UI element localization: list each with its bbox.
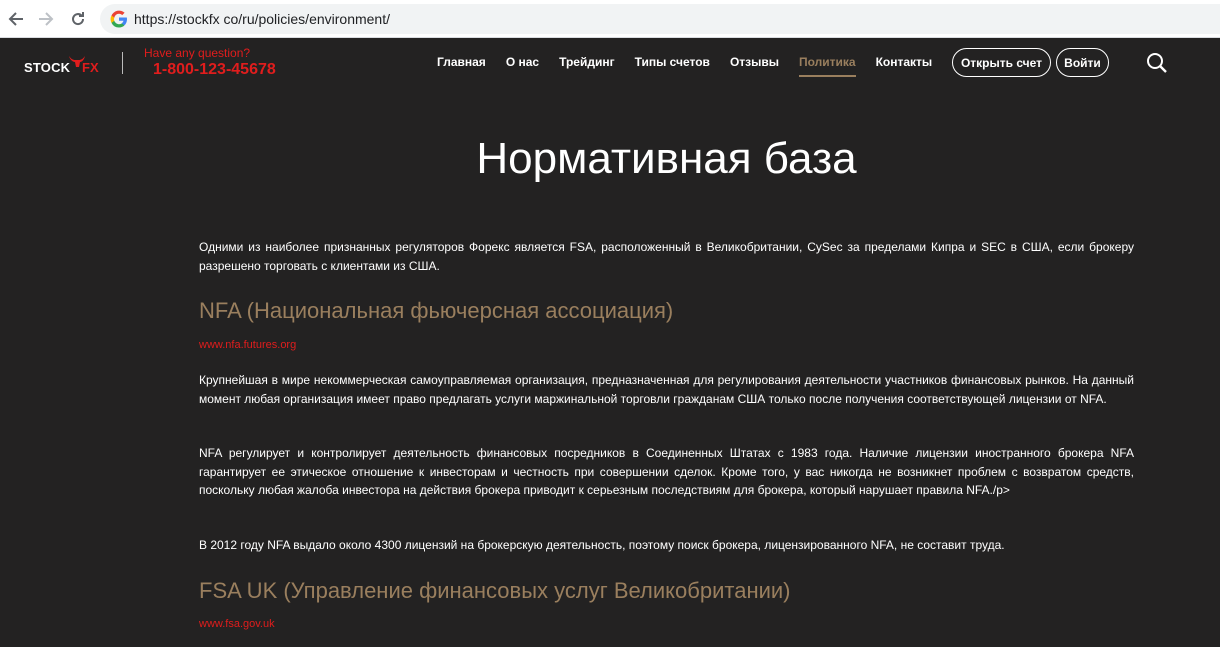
nfa-paragraph-1: Крупнейшая в мире некоммерческая самоупр…: [199, 373, 1134, 406]
google-icon: [110, 10, 127, 28]
question-text: Have any question?: [144, 46, 251, 60]
nfa-heading: NFA (Национальная фьючерсная ассоциация): [199, 298, 674, 323]
nfa-link[interactable]: www.nfa.futures.org: [199, 339, 296, 351]
search-icon[interactable]: [1146, 52, 1168, 74]
logo[interactable]: STOCK FX: [24, 54, 106, 78]
fsa-link[interactable]: www.fsa.gov.uk: [199, 618, 275, 630]
site-header: STOCK FX Have any question? 1-800-123-45…: [0, 38, 1220, 88]
reload-icon[interactable]: [66, 7, 90, 31]
logo-stock-text: STOCK: [24, 60, 71, 75]
nfa-paragraph-3: В 2012 году NFA выдало около 4300 лиценз…: [199, 538, 1005, 552]
forward-arrow-icon[interactable]: [34, 7, 58, 31]
address-bar[interactable]: https://stockfx co/ru/policies/environme…: [100, 4, 1220, 34]
menu-item-account-types[interactable]: Типы счетов: [635, 38, 710, 88]
open-account-button[interactable]: Открыть счет: [952, 48, 1051, 77]
menu-item-contacts[interactable]: Контакты: [876, 38, 933, 88]
header-divider: [122, 52, 123, 74]
phone-number[interactable]: 1-800-123-45678: [153, 61, 276, 79]
page-title: Нормативная база: [476, 134, 857, 183]
logo-fx-text: FX: [82, 60, 99, 75]
back-arrow-icon[interactable]: [4, 7, 28, 31]
fsa-heading: FSA UK (Управление финансовых услуг Вели…: [199, 578, 791, 603]
intro-paragraph: Одними из наиболее признанных регуляторо…: [199, 240, 1134, 273]
menu-item-reviews[interactable]: Отзывы: [730, 38, 779, 88]
main-menu: Главная О нас Трейдинг Типы счетов Отзыв…: [437, 38, 952, 88]
login-button[interactable]: Войти: [1056, 48, 1109, 77]
browser-toolbar: https://stockfx co/ru/policies/environme…: [0, 0, 1220, 38]
url-text[interactable]: https://stockfx co/ru/policies/environme…: [134, 11, 390, 27]
menu-item-home[interactable]: Главная: [437, 38, 486, 88]
menu-item-trading[interactable]: Трейдинг: [559, 38, 615, 88]
menu-item-policy[interactable]: Политика: [799, 38, 856, 88]
nfa-paragraph-2: NFA регулирует и контролирует деятельнос…: [199, 446, 1134, 497]
menu-item-about[interactable]: О нас: [506, 38, 539, 88]
